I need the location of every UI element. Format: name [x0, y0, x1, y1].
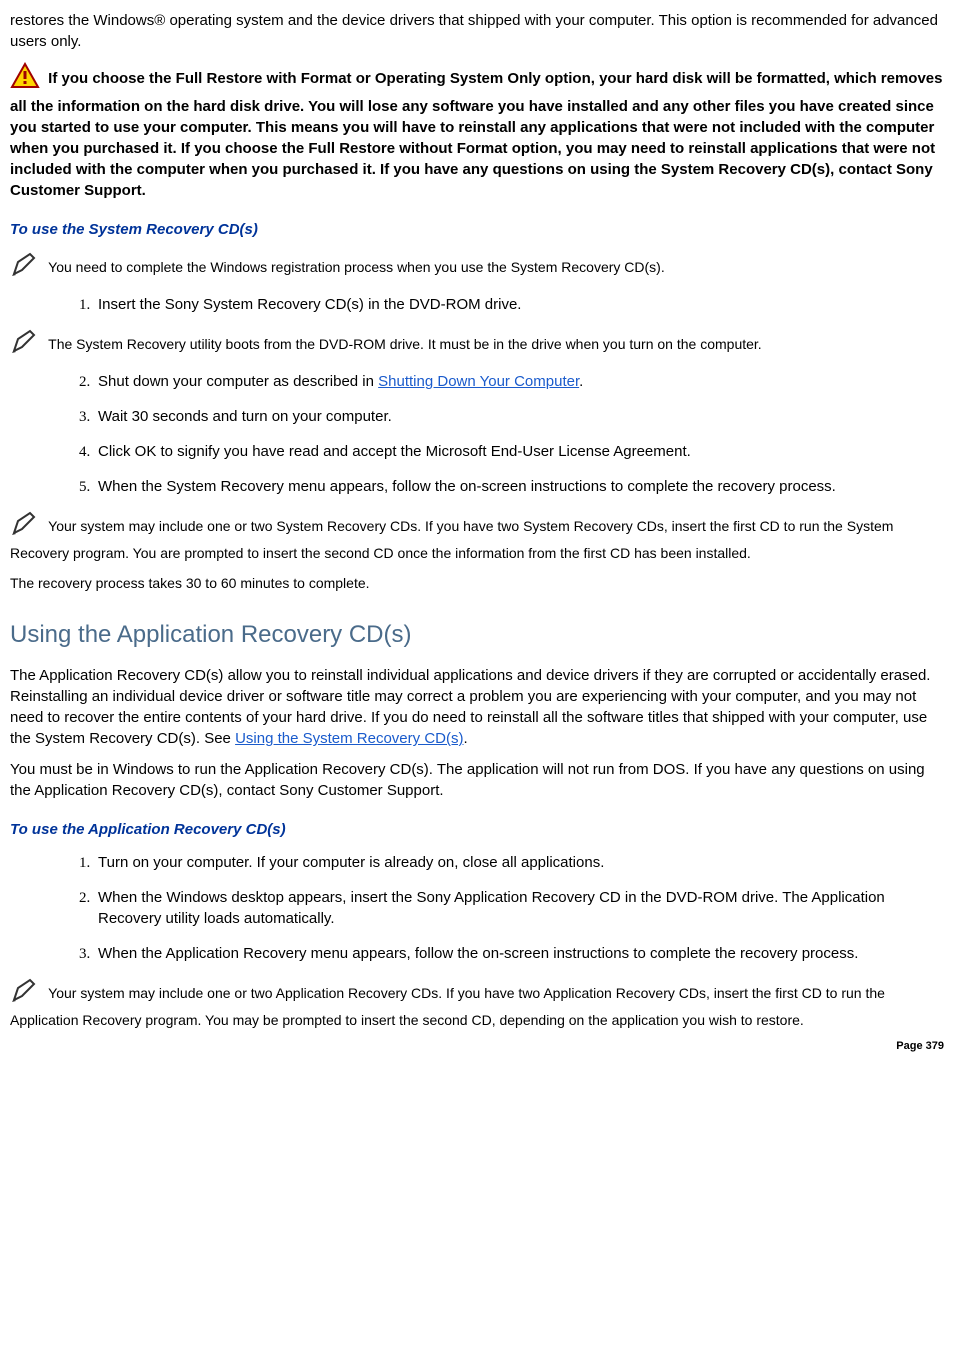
- app-recovery-para1: The Application Recovery CD(s) allow you…: [10, 665, 944, 749]
- note-block: You need to complete the Windows registr…: [10, 252, 944, 284]
- list-item: Turn on your computer. If your computer …: [94, 852, 944, 873]
- list-item: When the System Recovery menu appears, f…: [94, 476, 944, 497]
- note-text: The System Recovery utility boots from t…: [48, 336, 762, 352]
- list-item: When the Windows desktop appears, insert…: [94, 887, 944, 929]
- pencil-icon: [10, 511, 40, 543]
- note-text: Your system may include one or two Appli…: [10, 985, 885, 1028]
- list-item: Wait 30 seconds and turn on your compute…: [94, 406, 944, 427]
- step2-pre: Shut down your computer as described in: [98, 373, 378, 390]
- list-item: When the Application Recovery menu appea…: [94, 943, 944, 964]
- pencil-icon: [10, 978, 40, 1010]
- intro-paragraph: restores the Windows® operating system a…: [10, 10, 944, 52]
- para1-post: .: [463, 730, 467, 747]
- note-text: Your system may include one or two Syste…: [10, 518, 893, 561]
- list-item: Insert the Sony System Recovery CD(s) in…: [94, 294, 944, 315]
- warning-block: If you choose the Full Restore with Form…: [10, 62, 944, 201]
- note-block: The System Recovery utility boots from t…: [10, 329, 944, 361]
- recovery-time-note: The recovery process takes 30 to 60 minu…: [10, 574, 944, 594]
- warning-icon: [10, 62, 40, 96]
- sys-recovery-subhead: To use the System Recovery CD(s): [10, 219, 944, 240]
- app-recovery-subhead: To use the Application Recovery CD(s): [10, 819, 944, 840]
- page-number: Page 379: [10, 1039, 944, 1054]
- list-item: Shut down your computer as described in …: [94, 371, 944, 392]
- app-recovery-heading: Using the Application Recovery CD(s): [10, 618, 944, 652]
- app-recovery-para2: You must be in Windows to run the Applic…: [10, 759, 944, 801]
- warning-text: If you choose the Full Restore with Form…: [10, 70, 942, 199]
- pencil-icon: [10, 329, 40, 361]
- step2-post: .: [579, 373, 583, 390]
- note-block: Your system may include one or two Appli…: [10, 978, 944, 1031]
- list-item: Click OK to signify you have read and ac…: [94, 441, 944, 462]
- sys-recovery-link[interactable]: Using the System Recovery CD(s): [235, 730, 463, 747]
- note-text: You need to complete the Windows registr…: [48, 259, 665, 275]
- pencil-icon: [10, 252, 40, 284]
- shutting-down-link[interactable]: Shutting Down Your Computer: [378, 373, 579, 390]
- note-block: Your system may include one or two Syste…: [10, 511, 944, 564]
- para1-pre: The Application Recovery CD(s) allow you…: [10, 667, 930, 747]
